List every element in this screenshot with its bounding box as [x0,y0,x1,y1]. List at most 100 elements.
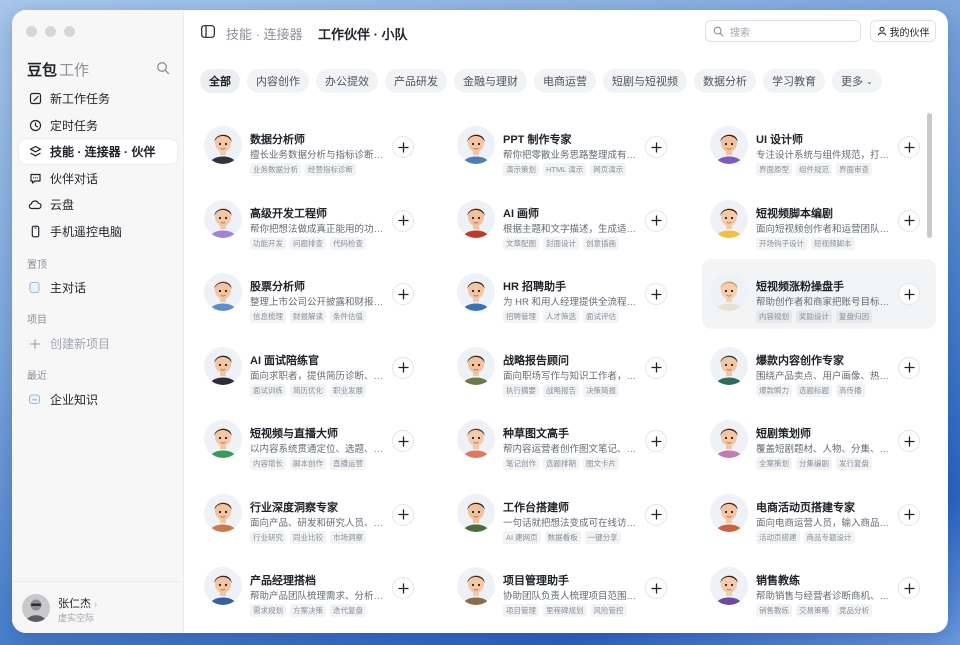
add-partner-button[interactable] [898,209,920,232]
cloud-icon [28,198,42,212]
add-partner-button[interactable] [392,503,414,526]
add-partner-button[interactable] [392,283,414,305]
add-partner-button[interactable] [645,430,667,452]
avatar [204,567,242,605]
plus-icon [903,288,915,300]
add-partner-button[interactable] [392,430,414,452]
add-partner-button[interactable] [898,283,920,305]
partner-card[interactable]: 短视频与直播大师 以内容系统贯通定位、选题、… 内容增长 脚本创作 直播运营 [196,406,430,476]
partner-card[interactable]: PPT 制作专家 帮你把零散业务思路整理成有… 演示策划 HTML 演示 网页演示 [449,112,683,182]
create-project-button[interactable]: 创建新项目 [28,335,110,352]
tab-data-analysis[interactable]: 数据分析 [694,69,756,93]
partner-card[interactable]: AI 面试陪练官 面向求职者，提供简历诊断、… 面试训练 简历优化 职业发展 [196,333,430,403]
partner-name: 短视频脚本编剧 [756,207,833,220]
avatar [204,493,242,532]
chat-bubble-icon [28,281,41,294]
add-partner-button[interactable] [392,209,414,232]
plus-icon [650,435,662,447]
minimize-window-button[interactable] [45,26,56,37]
partner-card[interactable]: 行业深度洞察专家 面向产品、研发和研究人员、… 行业研究 同业比较 市场洞察 [196,480,430,550]
sidebar-item-main-chat[interactable]: 主对话 [28,279,86,296]
plus-icon [903,509,915,520]
tab-finance[interactable]: 金融与理财 [454,69,527,93]
breadcrumb[interactable]: 技能 · 连接器 [226,24,303,43]
partner-description: 以内容系统贯通定位、选题、… [250,444,384,455]
sidebar-item-enterprise-knowledge[interactable]: 企业知识 [28,391,98,408]
tab-short-video[interactable]: 短剧与短视频 [603,69,687,93]
partner-card[interactable]: 股票分析师 整理上市公司公开披露和财报… 信息梳理 财报解读 条件估值 [196,259,430,329]
partner-name: 行业深度洞察专家 [250,501,338,514]
scrollbar[interactable] [927,113,932,238]
partner-description: 帮助创作者和商家把账号目标… [756,297,890,308]
add-partner-button[interactable] [898,577,920,599]
tag: 功能开发 [250,236,286,250]
sidebar-item-scheduled[interactable]: 定时任务 [19,113,177,138]
partner-card[interactable]: 战略报告顾问 面向职场写作与知识工作者，… 执行摘要 战略报告 决策简报 [449,333,683,403]
plus-icon [903,435,915,447]
partner-card[interactable]: 种草图文高手 帮内容运营者创作图文笔记、… 笔记创作 选题排期 图文卡片 [449,406,683,476]
sidebar-item-partner-chat[interactable]: 伙伴对话 [19,166,177,191]
partner-card[interactable]: HR 招聘助手为 HR 和用人经理提供全流程… 招聘管理 人才筛选 面试评估 [449,259,683,329]
add-partner-button[interactable] [645,503,667,526]
plus-icon [397,215,409,226]
tab-product-dev[interactable]: 产品研发 [385,69,447,93]
partner-card[interactable]: 爆款内容创作专家 围绕产品卖点、用户画像、热… 爆款瞬力 选题标题 高传播 [702,333,936,403]
sidebar-item-new-task[interactable]: 新工作任务 [19,86,177,111]
add-partner-button[interactable] [645,283,667,305]
add-partner-button[interactable] [898,356,920,379]
maximize-window-button[interactable] [64,26,75,37]
tab-office[interactable]: 办公提效 [316,69,378,93]
partner-card[interactable]: 产品经理搭档 帮助产品团队梳理需求、分析… 需求规划 方案决策 迭代复盘 [196,553,430,623]
partner-card[interactable]: 短视频脚本编剧 面向短视频创作者和运营团队… 开场钩子设计 短视频脚本 [702,186,936,256]
search-icon[interactable] [156,61,170,75]
add-partner-button[interactable] [645,356,667,379]
partner-card[interactable]: 短剧策划师 覆盖短剧题材、人物、分集、… 全案策划 分集编剧 发行复盘 [702,406,936,476]
partner-card[interactable]: 高级开发工程师 帮你把想法做成真正能用的功… 功能开发 问题排查 代码检查 [196,186,430,256]
partner-card[interactable]: UI 设计师 专注设计系统与组件规范，打… 界面原型 组件规范 界面审查 [702,112,936,182]
partner-tags: 内容规划 奖励设计 复盘归因 [756,310,872,323]
plus-icon [397,509,409,520]
search-input[interactable]: 搜索 [705,20,861,42]
sidebar-item-skills[interactable]: 技能 · 连接器 · 伙伴 [19,139,177,165]
tab-ecommerce[interactable]: 电商运营 [534,69,596,93]
partner-card[interactable]: 销售教练 帮助销售与经营者诊断商机、… 销售教练 交易策略 竞品分析 [702,553,936,623]
sidebar-item-cloud[interactable]: 云盘 [19,192,177,217]
partner-description: 覆盖短剧题材、人物、分集、… [756,444,890,455]
partner-card[interactable]: 项目管理助手 协助团队负责人梳理项目范围… 项目管理 里程碑规划 风险管控 [449,553,683,623]
partner-name: 股票分析师 [250,281,305,293]
partner-card[interactable]: AI 画师 根据主题和文字描述，生成适… 文章配图 封面设计 创意插画 [449,186,683,256]
add-partner-button[interactable] [898,136,920,158]
partner-name: 销售教练 [756,575,800,587]
partner-card[interactable]: 短视频涨粉操盘手 帮助创作者和商家把账号目标… 内容规划 奖励设计 复盘归因 [702,259,936,329]
add-partner-button[interactable] [392,577,414,599]
tab-all[interactable]: 全部 [200,69,240,93]
add-partner-button[interactable] [898,503,920,526]
edit-icon [28,92,42,106]
partner-card[interactable]: 工作台搭建师 一句话就把想法变成可在线访… AI 建网页 数据看板 一键分享 [449,480,683,550]
add-partner-button[interactable] [645,577,667,599]
tag: 市场洞察 [330,530,366,544]
tab-education[interactable]: 学习教育 [763,69,825,93]
partner-card[interactable]: 数据分析师 擅长业务数据分析与指标诊断… 业务数据分析 经营指标诊断 [196,112,430,182]
my-partners-button[interactable]: 我的伙伴 [870,20,936,42]
add-partner-button[interactable] [392,356,414,379]
add-partner-button[interactable] [898,430,920,452]
tab-more[interactable]: 更多 ⌄ [832,69,882,93]
partner-tags: 销售教练 交易策略 竞品分析 [756,604,872,617]
sidebar-item-label: 企业知识 [50,393,99,407]
partner-tags: 内容增长 脚本创作 直播运营 [250,457,366,470]
plus-icon [397,288,409,300]
sidebar-item-remote-pc[interactable]: 手机遥控电脑 [19,219,177,244]
user-profile[interactable]: 张仁杰 › 虚实空际 [12,581,184,633]
close-window-button[interactable] [26,26,37,37]
search-placeholder: 搜索 [730,27,750,39]
add-partner-button[interactable] [645,136,667,158]
tag: 迭代复盘 [330,604,366,617]
add-partner-button[interactable] [645,209,667,232]
tag: 商品专题设计 [803,530,855,544]
sidebar-toggle-icon[interactable] [201,25,215,38]
add-partner-button[interactable] [392,136,414,158]
partner-card[interactable]: 电商活动页搭建专家 面向电商运营人员，输入商品… 活动页搭建 商品专题设计 [702,480,936,550]
tab-content-creation[interactable]: 内容创作 [247,69,309,93]
partner-name: 产品经理搭档 [250,575,316,587]
